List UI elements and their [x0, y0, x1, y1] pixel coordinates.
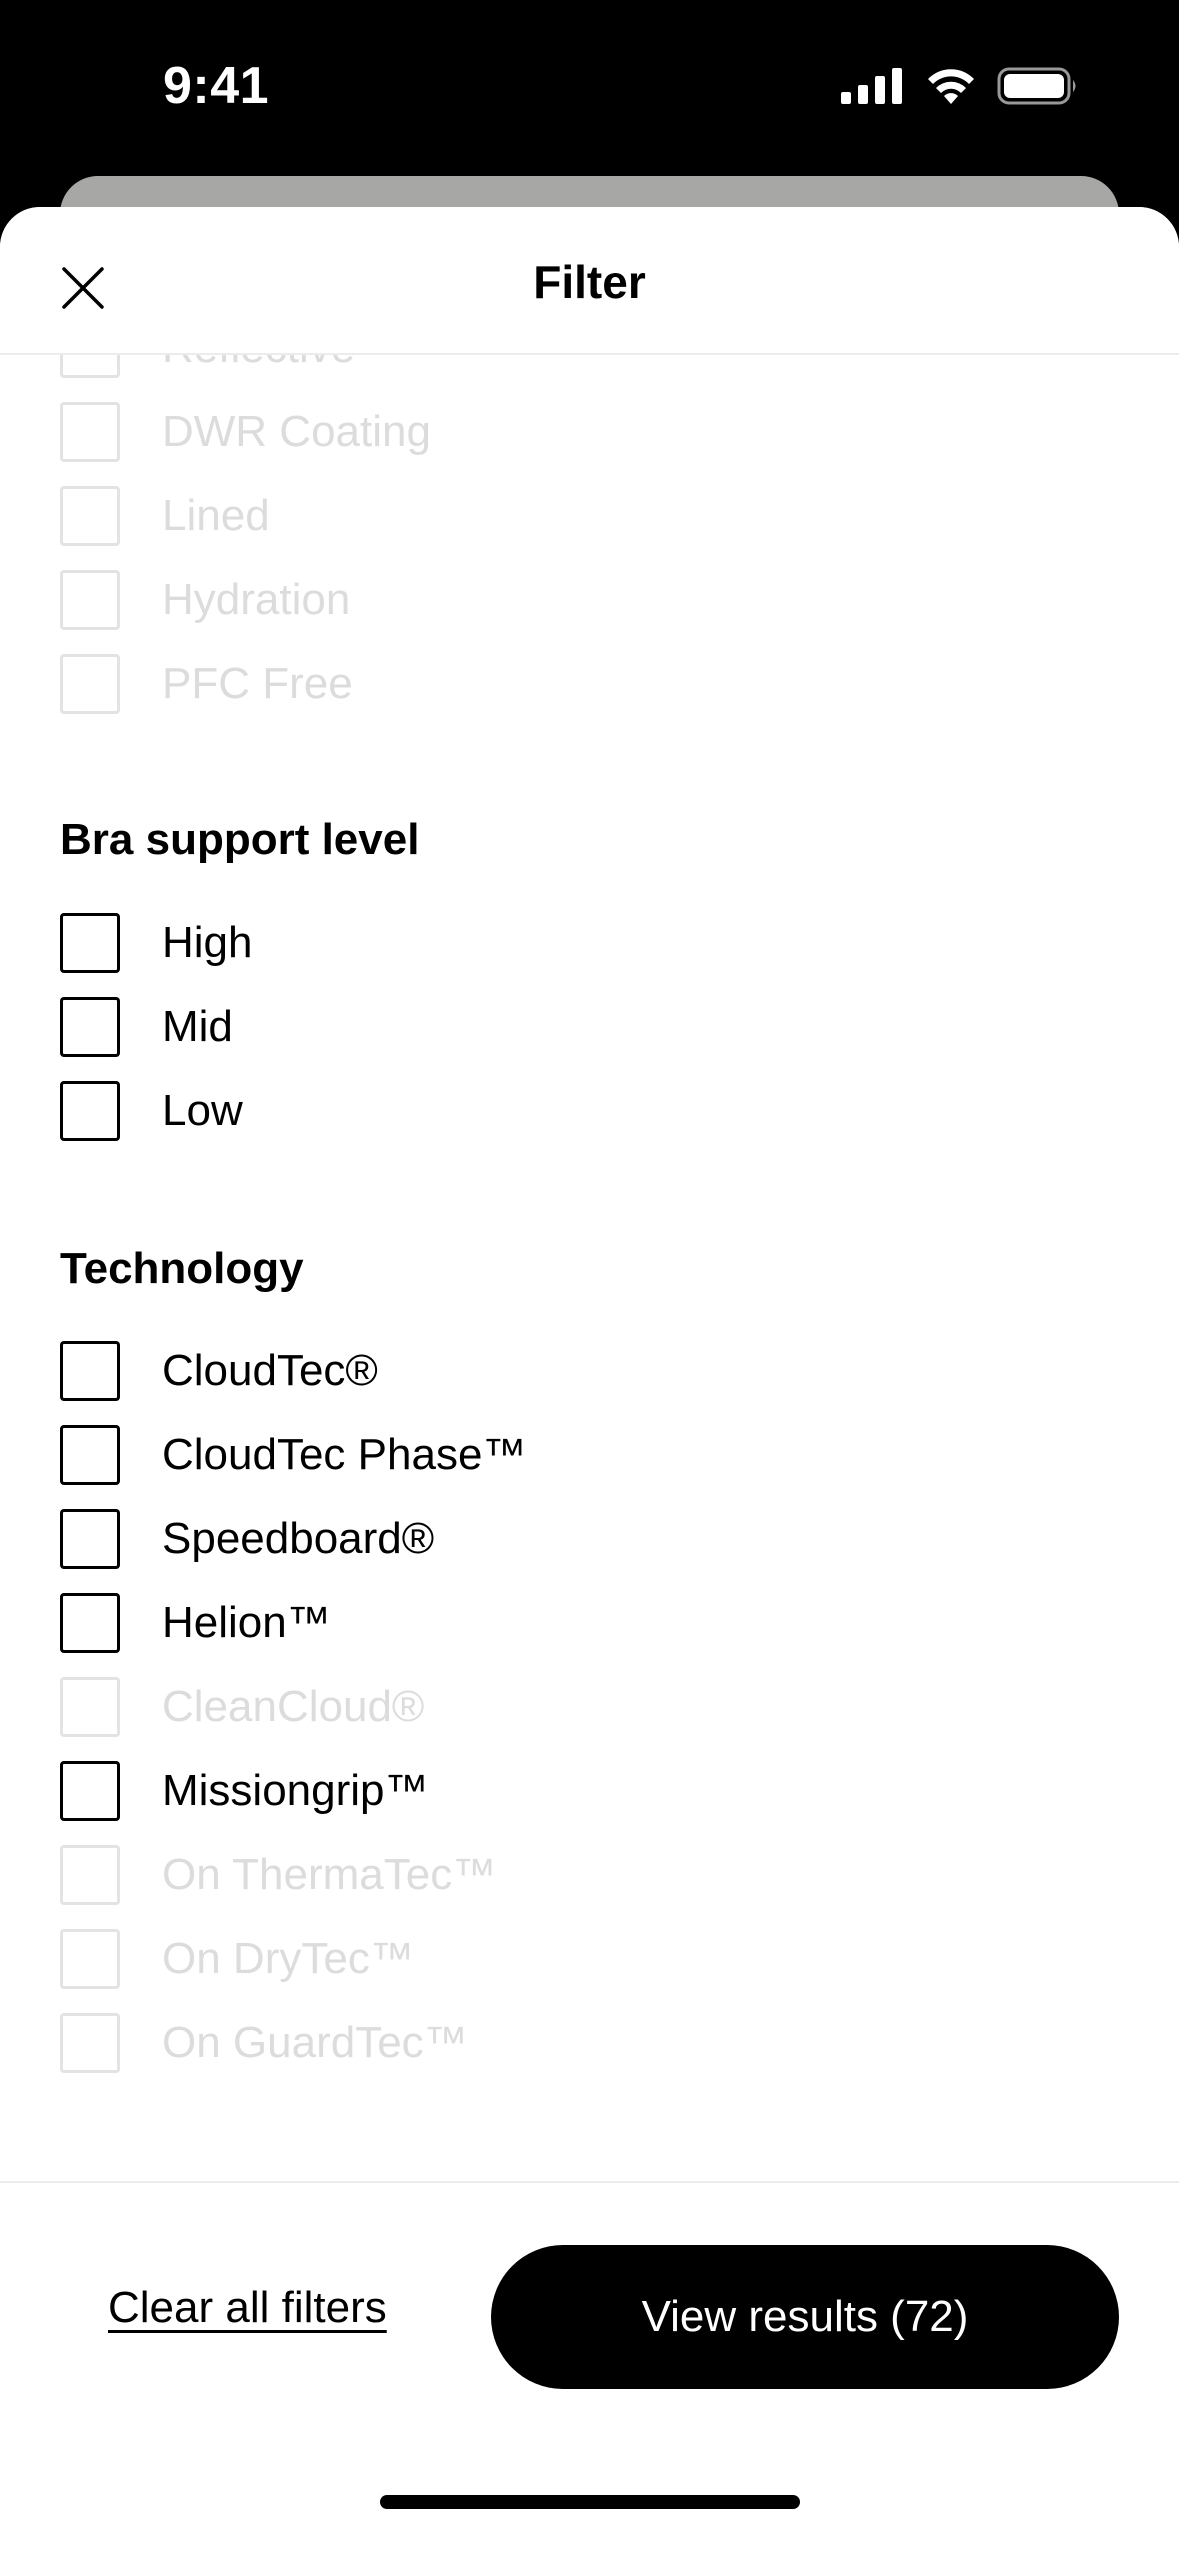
checkbox [60, 654, 120, 714]
checkbox[interactable] [60, 1761, 120, 1821]
filter-option-speedboard[interactable]: Speedboard® [60, 1506, 434, 1572]
status-icons [839, 66, 1079, 111]
filter-option-pfc-free: PFC Free [60, 651, 353, 717]
filter-option-high[interactable]: High [60, 910, 253, 976]
option-label: On ThermaTec™ [162, 1850, 497, 1899]
view-results-button[interactable]: View results (72) [491, 2245, 1119, 2389]
wifi-icon [925, 66, 977, 111]
option-label: Speedboard® [162, 1514, 435, 1563]
checkbox[interactable] [60, 1509, 120, 1569]
checkbox [60, 486, 120, 546]
option-label: Hydration [162, 575, 351, 624]
filter-option-reflective: Reflective [60, 355, 355, 381]
option-label: DWR Coating [162, 407, 431, 456]
checkbox[interactable] [60, 913, 120, 973]
filter-option-on-drytec: On DryTec™ [60, 1926, 414, 1992]
filter-option-cloudtec-phase[interactable]: CloudTec Phase™ [60, 1422, 526, 1488]
filter-option-on-thermatec: On ThermaTec™ [60, 1842, 496, 1908]
checkbox[interactable] [60, 1081, 120, 1141]
filter-sheet: Filter Reflective DWR Coating Lined Hydr… [0, 207, 1179, 2556]
checkbox [60, 1929, 120, 1989]
option-label: Mid [162, 1002, 233, 1051]
filter-option-hydration: Hydration [60, 567, 350, 633]
option-label: Reflective [162, 355, 355, 373]
option-label: Helion™ [162, 1598, 331, 1647]
section-title-technology: Technology [60, 1244, 304, 1293]
battery-icon [997, 66, 1079, 111]
filter-option-mid[interactable]: Mid [60, 994, 233, 1060]
checkbox[interactable] [60, 1341, 120, 1401]
checkbox[interactable] [60, 1425, 120, 1485]
cellular-signal-icon [839, 66, 905, 111]
option-label: Missiongrip™ [162, 1766, 429, 1815]
filter-option-lined: Lined [60, 483, 270, 549]
checkbox[interactable] [60, 997, 120, 1057]
option-label: On GuardTec™ [162, 2018, 468, 2067]
checkbox [60, 1845, 120, 1905]
option-label: Low [162, 1086, 243, 1135]
filter-option-on-guardtec: On GuardTec™ [60, 2010, 468, 2076]
filter-option-cleancloud: CleanCloud® [60, 1674, 424, 1740]
option-label: On DryTec™ [162, 1934, 414, 1983]
section-title-bra-support: Bra support level [60, 815, 420, 864]
checkbox [60, 355, 120, 378]
page-title: Filter [533, 256, 646, 308]
option-label: CleanCloud® [162, 1682, 425, 1731]
checkbox [60, 570, 120, 630]
filter-list[interactable]: Reflective DWR Coating Lined Hydration P… [0, 355, 1179, 2181]
sheet-footer: Clear all filters View results (72) [0, 2181, 1179, 2556]
filter-option-cloudtec[interactable]: CloudTec® [60, 1338, 378, 1404]
home-indicator [380, 2495, 800, 2509]
checkbox [60, 2013, 120, 2073]
sheet-header: Filter [0, 207, 1179, 355]
status-time: 9:41 [163, 57, 270, 115]
option-label: PFC Free [162, 659, 353, 708]
filter-option-missiongrip[interactable]: Missiongrip™ [60, 1758, 429, 1824]
filter-option-helion[interactable]: Helion™ [60, 1590, 331, 1656]
status-bar: 9:41 [0, 0, 1179, 175]
checkbox[interactable] [60, 1593, 120, 1653]
option-label: CloudTec® [162, 1346, 378, 1395]
option-label: High [162, 918, 253, 967]
checkbox [60, 402, 120, 462]
checkbox [60, 1677, 120, 1737]
option-label: CloudTec Phase™ [162, 1430, 527, 1479]
clear-all-filters-link[interactable]: Clear all filters [108, 2283, 387, 2333]
option-label: Lined [162, 491, 270, 540]
filter-option-low[interactable]: Low [60, 1078, 243, 1144]
filter-option-dwr-coating: DWR Coating [60, 399, 431, 465]
